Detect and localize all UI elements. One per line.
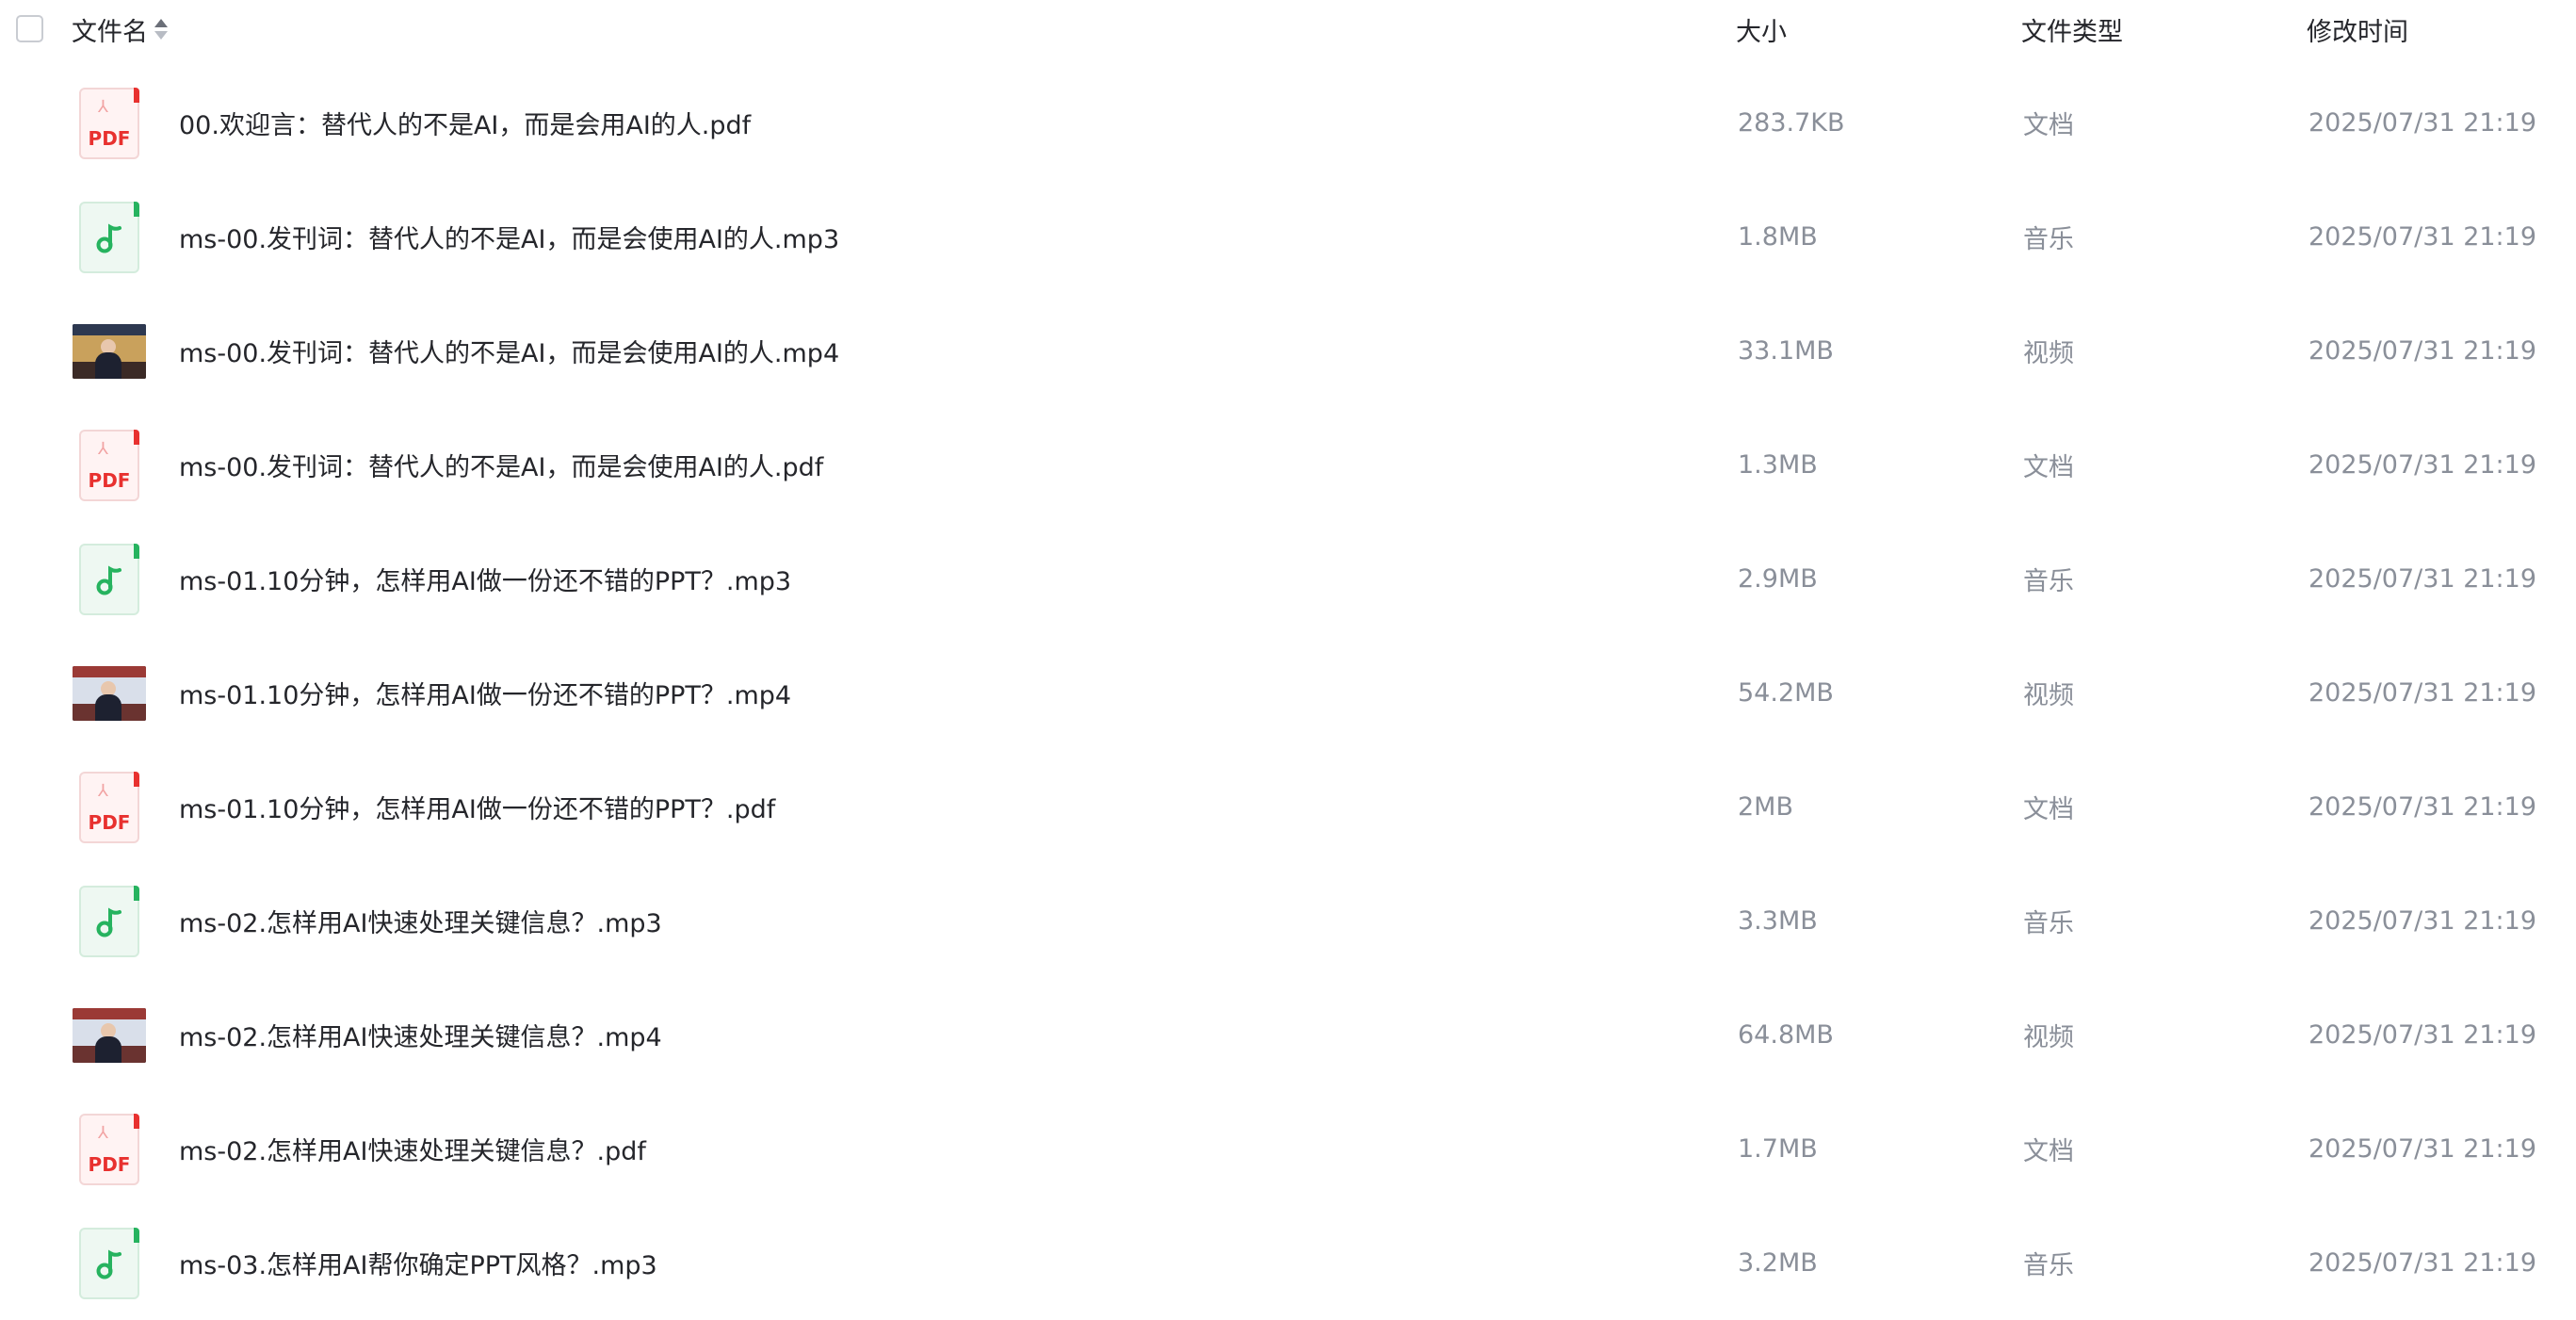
file-row[interactable]: ms-03.怎样用AI帮你确定PPT风格？.mp3 3.2MB 音乐 2025/… — [0, 1206, 2576, 1320]
file-icon-cell: ⅄ PDF — [72, 771, 147, 844]
file-row[interactable]: ⅄ PDF ms-01.10分钟，怎样用AI做一份还不错的PPT？.pdf 2MB… — [0, 750, 2576, 864]
file-mtime: 2025/07/31 21:19 — [2309, 1020, 2537, 1050]
file-type: 文档 — [2023, 453, 2074, 482]
music-file-icon — [79, 1228, 139, 1299]
file-size: 2MB — [1738, 792, 1793, 822]
file-name[interactable]: ms-03.怎样用AI帮你确定PPT风格？.mp3 — [179, 1206, 657, 1320]
file-icon-cell: ⅄ PDF — [72, 1113, 147, 1186]
file-row[interactable]: ⅄ PDF ms-02.怎样用AI快速处理关键信息？.pdf 1.7MB 文档 2… — [0, 1092, 2576, 1206]
file-icon-cell — [72, 999, 147, 1072]
column-header-type[interactable]: 文件类型 — [2021, 0, 2123, 58]
file-size: 3.3MB — [1738, 906, 1818, 936]
file-size: 1.8MB — [1738, 222, 1818, 252]
file-name[interactable]: ms-00.发刊词：替代人的不是AI，而是会使用AI的人.pdf — [179, 408, 823, 522]
pdf-icon: ⅄ PDF — [79, 772, 139, 843]
file-size: 1.7MB — [1738, 1134, 1818, 1164]
file-row[interactable]: ⅄ PDF ms-00.发刊词：替代人的不是AI，而是会使用AI的人.pdf 1.… — [0, 408, 2576, 522]
music-file-icon — [79, 886, 139, 957]
video-thumbnail — [73, 324, 146, 379]
file-mtime: 2025/07/31 21:19 — [2309, 906, 2537, 936]
file-mtime: 2025/07/31 21:19 — [2309, 108, 2537, 138]
music-file-icon — [79, 202, 139, 273]
file-name[interactable]: 00.欢迎言：替代人的不是AI，而是会用AI的人.pdf — [179, 66, 751, 180]
file-icon-cell — [72, 543, 147, 616]
file-name[interactable]: ms-01.10分钟，怎样用AI做一份还不错的PPT？.mp4 — [179, 636, 791, 750]
file-size: 283.7KB — [1738, 108, 1845, 138]
file-type: 文档 — [2023, 1137, 2074, 1166]
file-row[interactable]: ms-01.10分钟，怎样用AI做一份还不错的PPT？.mp3 2.9MB 音乐… — [0, 522, 2576, 636]
sort-icon[interactable] — [154, 19, 168, 40]
column-header-size-label: 大小 — [1736, 17, 1787, 47]
file-mtime: 2025/07/31 21:19 — [2309, 1134, 2537, 1164]
file-mtime: 2025/07/31 21:19 — [2309, 336, 2537, 366]
file-row[interactable]: ms-00.发刊词：替代人的不是AI，而是会使用AI的人.mp4 33.1MB … — [0, 294, 2576, 408]
file-icon-cell — [72, 1227, 147, 1300]
file-type: 音乐 — [2023, 225, 2074, 254]
music-file-icon — [79, 544, 139, 615]
file-type: 视频 — [2023, 339, 2074, 368]
column-header-name[interactable]: 文件名 — [72, 0, 168, 58]
column-header-type-label: 文件类型 — [2021, 17, 2123, 47]
column-header-mtime[interactable]: 修改时间 — [2307, 0, 2408, 58]
file-size: 64.8MB — [1738, 1020, 1834, 1050]
file-size: 33.1MB — [1738, 336, 1834, 366]
select-all-checkbox[interactable] — [16, 15, 43, 42]
file-name[interactable]: ms-02.怎样用AI快速处理关键信息？.mp3 — [179, 864, 662, 978]
file-icon-cell — [72, 201, 147, 274]
file-row[interactable]: ms-02.怎样用AI快速处理关键信息？.mp4 64.8MB 视频 2025/… — [0, 978, 2576, 1092]
column-header-mtime-label: 修改时间 — [2307, 17, 2408, 47]
file-type: 音乐 — [2023, 567, 2074, 596]
file-row[interactable]: ms-02.怎样用AI快速处理关键信息？.mp3 3.3MB 音乐 2025/0… — [0, 864, 2576, 978]
video-thumbnail — [73, 1008, 146, 1063]
file-mtime: 2025/07/31 21:19 — [2309, 1248, 2537, 1278]
pdf-icon: ⅄ PDF — [79, 88, 139, 159]
file-icon-cell — [72, 315, 147, 388]
file-size: 3.2MB — [1738, 1248, 1818, 1278]
file-type: 文档 — [2023, 795, 2074, 824]
file-icon-cell: ⅄ PDF — [72, 87, 147, 160]
file-size: 54.2MB — [1738, 678, 1834, 708]
file-mtime: 2025/07/31 21:19 — [2309, 450, 2537, 480]
file-icon-cell — [72, 885, 147, 958]
column-header-size[interactable]: 大小 — [1736, 0, 1787, 58]
file-name[interactable]: ms-02.怎样用AI快速处理关键信息？.pdf — [179, 1092, 646, 1206]
file-type: 音乐 — [2023, 1251, 2074, 1280]
file-mtime: 2025/07/31 21:19 — [2309, 792, 2537, 822]
file-name[interactable]: ms-00.发刊词：替代人的不是AI，而是会使用AI的人.mp3 — [179, 180, 839, 294]
file-type: 视频 — [2023, 681, 2074, 710]
file-row[interactable]: ms-01.10分钟，怎样用AI做一份还不错的PPT？.mp4 54.2MB 视… — [0, 636, 2576, 750]
file-name[interactable]: ms-00.发刊词：替代人的不是AI，而是会使用AI的人.mp4 — [179, 294, 839, 408]
file-type: 视频 — [2023, 1023, 2074, 1052]
file-icon-cell: ⅄ PDF — [72, 429, 147, 502]
file-row[interactable]: ms-00.发刊词：替代人的不是AI，而是会使用AI的人.mp3 1.8MB 音… — [0, 180, 2576, 294]
file-name[interactable]: ms-01.10分钟，怎样用AI做一份还不错的PPT？.pdf — [179, 750, 775, 864]
file-list-header: 文件名 大小 文件类型 修改时间 — [0, 0, 2576, 58]
file-name[interactable]: ms-01.10分钟，怎样用AI做一份还不错的PPT？.mp3 — [179, 522, 791, 636]
pdf-icon: ⅄ PDF — [79, 1114, 139, 1185]
file-size: 2.9MB — [1738, 564, 1818, 594]
file-name[interactable]: ms-02.怎样用AI快速处理关键信息？.mp4 — [179, 978, 662, 1092]
column-header-name-label: 文件名 — [72, 17, 148, 47]
file-size: 1.3MB — [1738, 450, 1818, 480]
file-mtime: 2025/07/31 21:19 — [2309, 678, 2537, 708]
video-thumbnail — [73, 666, 146, 721]
file-icon-cell — [72, 657, 147, 730]
pdf-icon: ⅄ PDF — [79, 430, 139, 501]
file-list: 文件名 大小 文件类型 修改时间 ⅄ PDF 00.欢迎言：替代人的不是AI，而是… — [0, 0, 2576, 1299]
file-type: 文档 — [2023, 111, 2074, 140]
file-row[interactable]: ⅄ PDF 00.欢迎言：替代人的不是AI，而是会用AI的人.pdf 283.7K… — [0, 66, 2576, 180]
file-mtime: 2025/07/31 21:19 — [2309, 222, 2537, 252]
file-type: 音乐 — [2023, 909, 2074, 938]
file-mtime: 2025/07/31 21:19 — [2309, 564, 2537, 594]
